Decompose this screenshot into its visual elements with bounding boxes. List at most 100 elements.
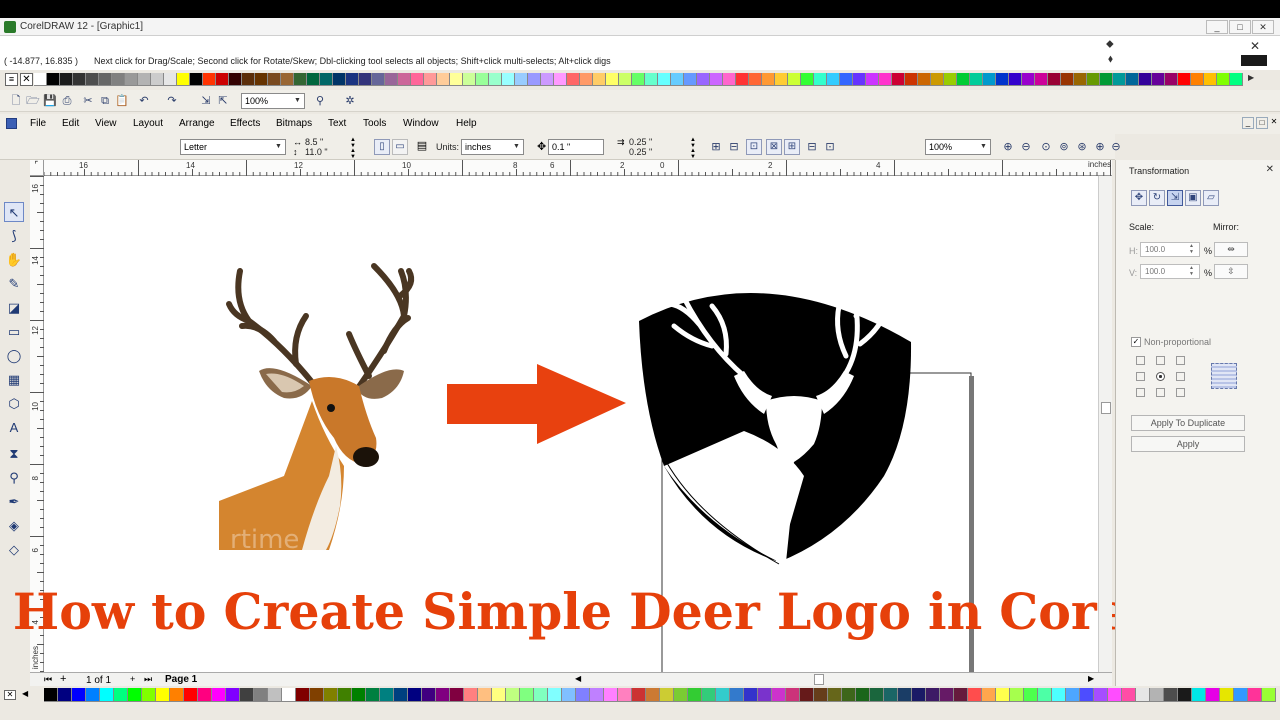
paste-icon[interactable]: 📋 [114,93,130,109]
apply-button[interactable]: Apply [1131,436,1245,452]
color-swatch[interactable] [506,688,520,702]
zoom-height-icon[interactable]: ⊖ [1108,139,1124,155]
menu-window[interactable]: Window [403,118,439,129]
doc-close-button[interactable]: ✕ [1268,117,1280,129]
color-swatch[interactable] [112,73,125,86]
pan-tool-icon[interactable]: ✋ [4,250,24,270]
color-swatch[interactable] [674,688,688,702]
color-swatch[interactable] [996,688,1010,702]
snap-to-objects-icon[interactable]: ⊡ [746,139,762,155]
color-swatch[interactable] [346,73,359,86]
color-swatch[interactable] [684,73,697,86]
color-swatch[interactable] [1230,73,1243,86]
color-swatch[interactable] [618,688,632,702]
color-swatch[interactable] [240,688,254,702]
position-tab-icon[interactable]: ✥ [1131,190,1147,206]
color-swatch[interactable] [464,688,478,702]
maximize-button[interactable]: □ [1229,20,1251,34]
color-swatch[interactable] [879,73,892,86]
color-swatch[interactable] [437,73,450,86]
zoom-selected-icon[interactable]: ⊙ [1038,139,1054,155]
graph-paper-tool-icon[interactable]: ▦ [4,370,24,390]
color-swatch[interactable] [1010,688,1024,702]
color-swatch[interactable] [567,73,580,86]
color-swatch[interactable] [723,73,736,86]
color-swatch[interactable] [1206,688,1220,702]
color-swatch[interactable] [744,688,758,702]
color-swatch[interactable] [1009,73,1022,86]
color-swatch[interactable] [968,688,982,702]
scroll-thumb[interactable] [1101,402,1111,414]
import-icon[interactable]: ⇲ [198,93,214,109]
duplicate-y-value[interactable]: 0.25 " [629,147,652,157]
color-swatch[interactable] [310,688,324,702]
color-swatch[interactable] [534,688,548,702]
anchor-tc[interactable] [1156,356,1165,365]
color-swatch[interactable] [73,73,86,86]
color-swatch[interactable] [593,73,606,86]
color-swatch[interactable] [912,688,926,702]
bottom-no-color-swatch[interactable]: ✕ [4,690,16,700]
anchor-bl[interactable] [1136,388,1145,397]
first-page-icon[interactable]: ⏮ [44,674,52,685]
color-swatch[interactable] [926,688,940,702]
color-swatch[interactable] [1191,73,1204,86]
menu-layout[interactable]: Layout [133,118,163,129]
color-swatch[interactable] [226,688,240,702]
color-swatch[interactable] [1038,688,1052,702]
color-swatch[interactable] [1150,688,1164,702]
snap-to-grid-icon[interactable]: ⊞ [708,139,724,155]
color-swatch[interactable] [411,73,424,86]
color-swatch[interactable] [216,73,229,86]
color-swatch[interactable] [866,73,879,86]
anchor-center[interactable] [1156,372,1165,381]
color-swatch[interactable] [716,688,730,702]
menu-arrange[interactable]: Arrange [179,118,215,129]
mirror-vertical-button[interactable]: ⇳ [1214,264,1248,279]
color-swatch[interactable] [954,688,968,702]
color-swatch[interactable] [1113,73,1126,86]
color-swatch[interactable] [842,688,856,702]
scale-tab-icon[interactable]: ⇲ [1167,190,1183,206]
doc-restore-button[interactable]: □ [1256,117,1268,129]
landscape-icon[interactable]: ▭ [392,139,408,155]
color-swatch[interactable] [352,688,366,702]
close-button[interactable]: ✕ [1252,20,1274,34]
color-swatch[interactable] [619,73,632,86]
color-swatch[interactable] [775,73,788,86]
color-palette-top[interactable] [34,73,1243,87]
color-swatch[interactable] [47,73,60,86]
color-swatch[interactable] [604,688,618,702]
color-swatch[interactable] [515,73,528,86]
color-swatch[interactable] [983,73,996,86]
color-swatch[interactable] [554,73,567,86]
color-swatch[interactable] [710,73,723,86]
smart-fill-tool-icon[interactable]: ◪ [4,298,24,318]
color-swatch[interactable] [198,688,212,702]
export-icon[interactable]: ⇱ [215,93,231,109]
color-swatch[interactable] [702,688,716,702]
color-swatch[interactable] [385,73,398,86]
color-swatch[interactable] [100,688,114,702]
scroll-left-icon[interactable]: ◀ [575,674,581,683]
color-swatch[interactable] [828,688,842,702]
nudge-field[interactable]: 0.1 " [548,139,604,155]
color-swatch[interactable] [758,688,772,702]
color-swatch[interactable] [1164,688,1178,702]
color-swatch[interactable] [324,688,338,702]
ellipse-tool-icon[interactable]: ◯ [4,346,24,366]
color-swatch[interactable] [1080,688,1094,702]
color-swatch[interactable] [450,688,464,702]
h-scroll-thumb[interactable] [814,674,824,685]
color-swatch[interactable] [892,73,905,86]
color-swatch[interactable] [1052,688,1066,702]
new-document-icon[interactable]: 🗋 [8,93,24,109]
color-swatch[interactable] [1074,73,1087,86]
page-layout-icon[interactable]: ▤ [414,139,430,155]
corel-online-icon[interactable]: ✲ [342,93,358,109]
color-swatch[interactable] [422,688,436,702]
color-swatch[interactable] [58,688,72,702]
menu-tools[interactable]: Tools [363,118,386,129]
color-swatch[interactable] [562,688,576,702]
color-swatch[interactable] [957,73,970,86]
